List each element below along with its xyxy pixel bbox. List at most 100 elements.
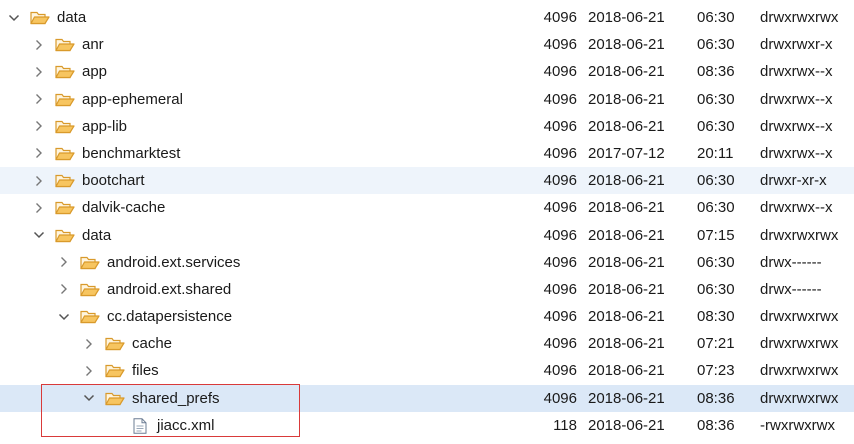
- tree-row[interactable]: data 4096 2018-06-21 07:15 drwxrwxrwx: [0, 222, 854, 249]
- file-tree: data 4096 2018-06-21 06:30 drwxrwxrwx anr 4096…: [0, 4, 854, 439]
- tree-row[interactable]: files 4096 2018-06-21 07:23 drwxrwxrwx: [0, 357, 854, 384]
- chevron-right-icon[interactable]: [32, 31, 46, 58]
- chevron-right-icon[interactable]: [32, 167, 46, 194]
- item-date: 2018-06-21: [588, 36, 665, 54]
- item-permissions: drwxrwxrwx: [760, 308, 839, 326]
- chevron-right-icon[interactable]: [32, 58, 46, 85]
- item-date: 2018-06-21: [588, 280, 665, 298]
- item-size: 4096: [543, 144, 577, 162]
- item-permissions: drwxrwxrwx: [760, 335, 839, 353]
- item-size: 4096: [543, 36, 577, 54]
- tree-row[interactable]: app-ephemeral 4096 2018-06-21 06:30 drwxrwx-…: [0, 86, 854, 113]
- item-size: 4096: [543, 308, 577, 326]
- item-name: files: [132, 362, 159, 380]
- item-size: 118: [553, 416, 577, 434]
- item-permissions: drwxrwxrwx: [760, 389, 839, 407]
- item-time: 06:30: [697, 253, 735, 271]
- item-name: app-lib: [82, 117, 128, 135]
- folder-open-icon: [80, 309, 100, 324]
- chevron-right-icon[interactable]: [57, 249, 71, 276]
- item-name: dalvik-cache: [82, 199, 166, 217]
- item-name: app-ephemeral: [82, 90, 183, 108]
- item-time: 07:15: [697, 226, 735, 244]
- item-name: android.ext.shared: [107, 280, 232, 298]
- chevron-down-icon[interactable]: [57, 303, 71, 330]
- item-time: 06:30: [697, 117, 735, 135]
- item-name: bootchart: [82, 172, 145, 190]
- tree-row[interactable]: cc.datapersistence 4096 2018-06-21 08:30 drw…: [0, 303, 854, 330]
- item-size: 4096: [543, 362, 577, 380]
- tree-row[interactable]: android.ext.shared 4096 2018-06-21 06:30 drw…: [0, 276, 854, 303]
- folder-open-icon: [80, 255, 100, 270]
- folder-open-icon: [30, 10, 50, 25]
- tree-row[interactable]: app 4096 2018-06-21 08:36 drwxrwx--x: [0, 58, 854, 85]
- item-size: 4096: [543, 389, 577, 407]
- tree-row[interactable]: data 4096 2018-06-21 06:30 drwxrwxrwx: [0, 4, 854, 31]
- item-permissions: drwx------: [760, 253, 822, 271]
- item-size: 4096: [543, 226, 577, 244]
- tree-row[interactable]: anr 4096 2018-06-21 06:30 drwxrwxr-x: [0, 31, 854, 58]
- chevron-right-icon[interactable]: [57, 276, 71, 303]
- item-permissions: drwx------: [760, 280, 822, 298]
- item-time: 06:30: [697, 280, 735, 298]
- item-name: shared_prefs: [132, 389, 220, 407]
- folder-open-icon: [55, 146, 75, 161]
- folder-open-icon: [105, 336, 125, 351]
- item-permissions: -rwxrwxrwx: [760, 416, 835, 434]
- item-name: jiacc.xml: [157, 416, 215, 434]
- item-permissions: drwxrwxrwx: [760, 9, 839, 26]
- item-size: 4096: [543, 335, 577, 353]
- item-name: cache: [132, 335, 173, 353]
- tree-row[interactable]: benchmarktest 4096 2017-07-12 20:11 drwxrwx-…: [0, 140, 854, 167]
- folder-open-icon: [55, 64, 75, 79]
- item-size: 4096: [543, 117, 577, 135]
- item-name: app: [82, 63, 108, 81]
- tree-row[interactable]: android.ext.services 4096 2018-06-21 06:30 d…: [0, 249, 854, 276]
- folder-open-icon: [55, 119, 75, 134]
- chevron-right-icon[interactable]: [32, 113, 46, 140]
- file-icon: [130, 418, 150, 434]
- chevron-right-icon[interactable]: [32, 194, 46, 221]
- chevron-down-icon[interactable]: [32, 222, 46, 249]
- chevron-right-icon[interactable]: [32, 86, 46, 113]
- item-name: android.ext.services: [107, 253, 241, 271]
- chevron-right-icon[interactable]: [82, 330, 96, 357]
- chevron-right-icon[interactable]: [32, 140, 46, 167]
- item-time: 20:11: [697, 144, 734, 162]
- item-size: 4096: [543, 280, 577, 298]
- chevron-down-icon[interactable]: [82, 385, 96, 412]
- tree-row[interactable]: jiacc.xml 118 2018-06-21 08:36 -rwxrwxrwx: [0, 412, 854, 439]
- item-time: 07:23: [697, 362, 735, 380]
- item-date: 2018-06-21: [588, 308, 665, 326]
- item-size: 4096: [543, 63, 577, 81]
- tree-row[interactable]: dalvik-cache 4096 2018-06-21 06:30 drwxrwx--…: [0, 194, 854, 221]
- item-size: 4096: [543, 172, 577, 190]
- item-permissions: drwxrwx--x: [760, 63, 833, 81]
- folder-open-icon: [55, 37, 75, 52]
- item-size: 4096: [543, 9, 577, 26]
- item-name: data: [82, 226, 112, 244]
- item-date: 2018-06-21: [588, 253, 665, 271]
- folder-open-icon: [55, 173, 75, 188]
- item-date: 2018-06-21: [588, 172, 665, 190]
- item-time: 06:30: [697, 36, 735, 54]
- folder-open-icon: [55, 92, 75, 107]
- tree-row[interactable]: bootchart 4096 2018-06-21 06:30 drwxr-xr-x: [0, 167, 854, 195]
- tree-row[interactable]: shared_prefs 4096 2018-06-21 08:36 drwxrwxrw…: [0, 384, 854, 412]
- item-permissions: drwxrwxrwx: [760, 226, 839, 244]
- item-time: 06:30: [697, 199, 735, 217]
- chevron-right-icon[interactable]: [82, 357, 96, 384]
- item-date: 2018-06-21: [588, 226, 665, 244]
- folder-open-icon: [105, 391, 125, 406]
- item-size: 4096: [543, 199, 577, 217]
- tree-row[interactable]: app-lib 4096 2018-06-21 06:30 drwxrwx--x: [0, 113, 854, 140]
- tree-row[interactable]: cache 4096 2018-06-21 07:21 drwxrwxrwx: [0, 330, 854, 357]
- chevron-down-icon[interactable]: [7, 4, 21, 31]
- item-date: 2018-06-21: [588, 389, 665, 407]
- item-date: 2017-07-12: [588, 144, 665, 162]
- item-date: 2018-06-21: [588, 199, 665, 217]
- folder-open-icon: [105, 363, 125, 378]
- folder-open-icon: [80, 282, 100, 297]
- item-name: cc.datapersistence: [107, 308, 233, 326]
- folder-open-icon: [55, 200, 75, 215]
